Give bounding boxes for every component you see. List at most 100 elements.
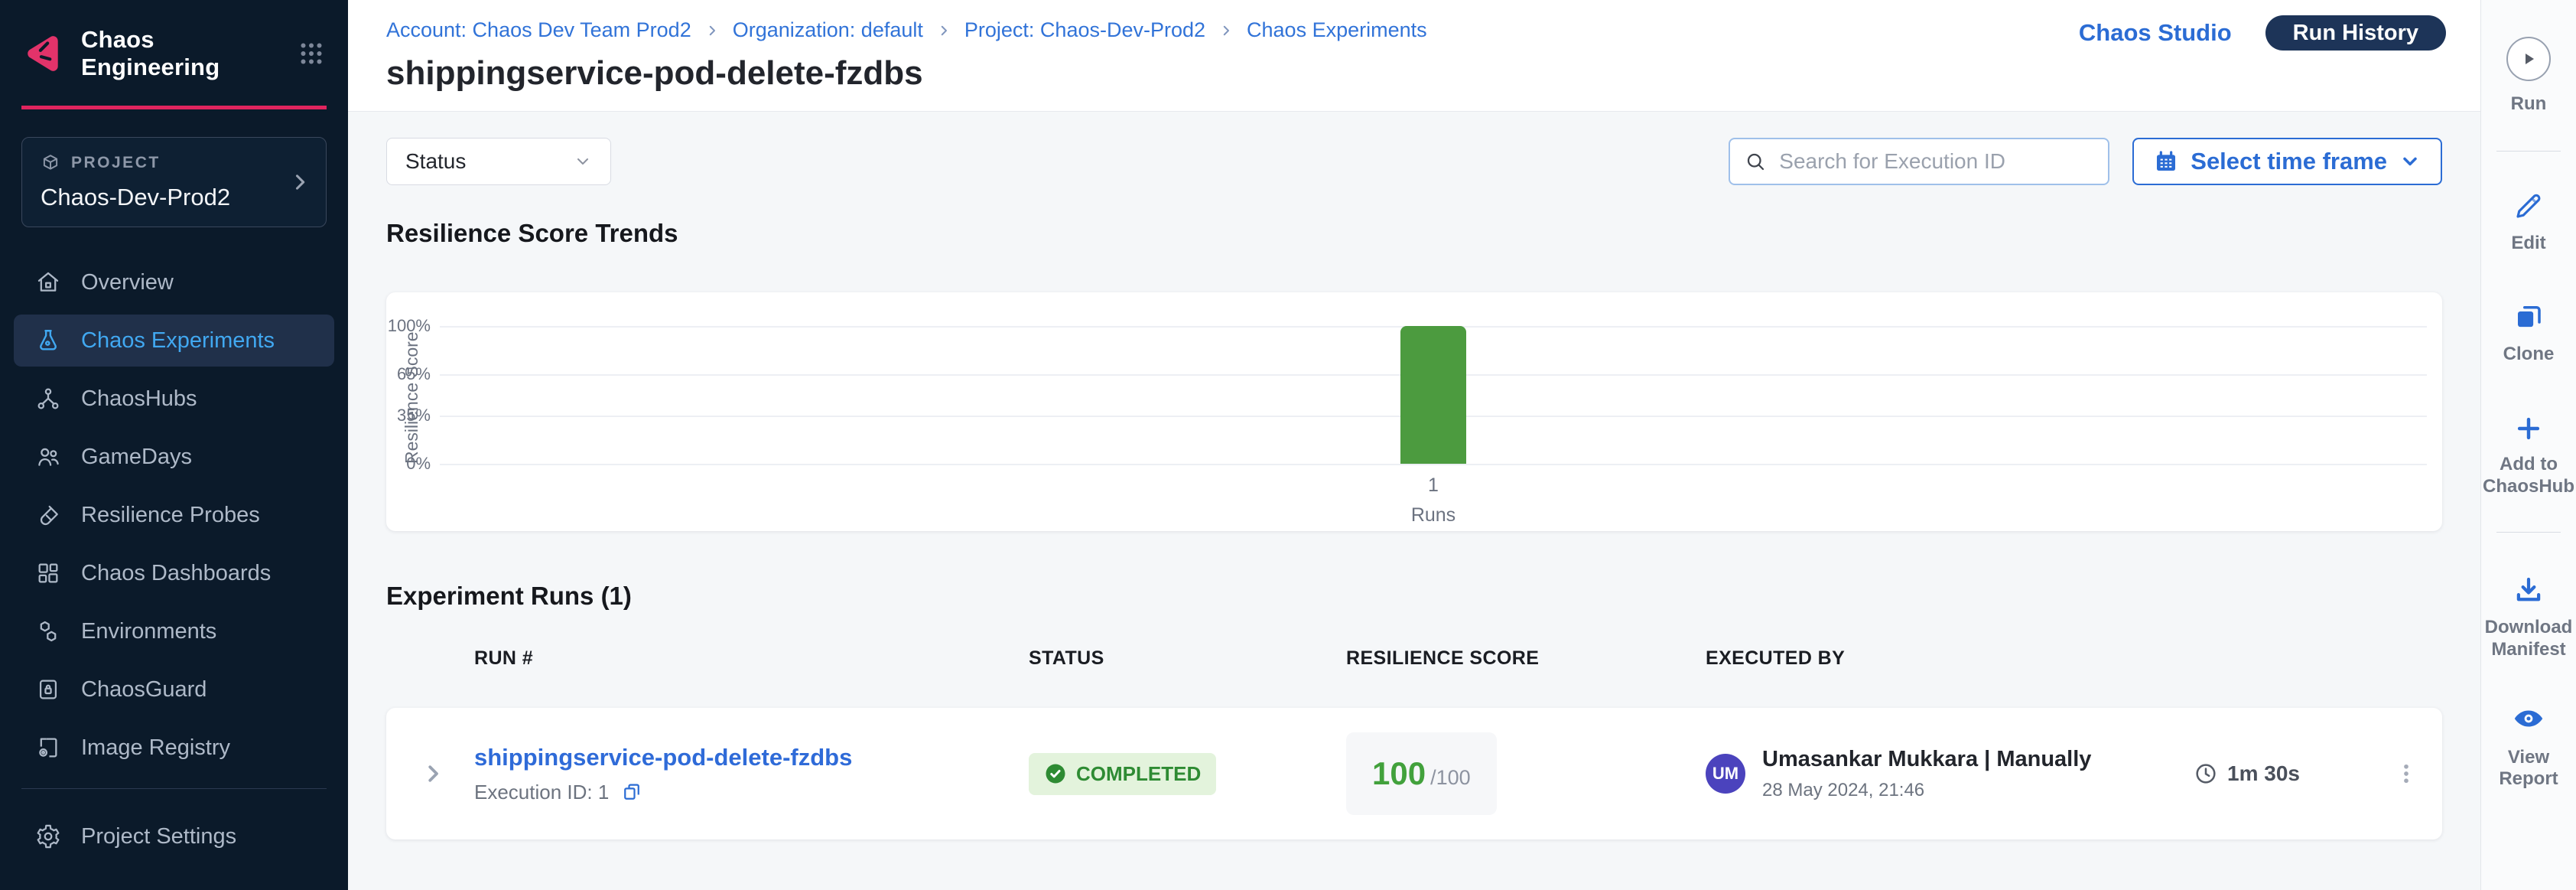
run-row[interactable]: shippingservice-pod-delete-fzdbs Executi… [386,708,2442,839]
y-axis-tick: 65% [397,364,431,384]
calendar-icon [2154,149,2178,174]
gridline [440,464,2427,465]
sidebar-nav: Overview Chaos Experiments ChaosHubs Gam… [0,256,348,774]
copy-icon[interactable] [621,781,642,803]
score-value: 100 [1372,755,1426,792]
runs-table-header: RUN # STATUS RESILIENCE SCORE EXECUTED B… [386,647,2442,670]
plus-icon [2514,414,2543,443]
sidebar-item-environments[interactable]: Environments [14,605,334,657]
executed-by-name: Umasankar Mukkara | Manually [1762,747,2091,772]
run-name-cell: shippingservice-pod-delete-fzdbs Executi… [474,744,1029,804]
content: Status Select time frame [348,112,2480,890]
experiment-runs-heading: Experiment Runs (1) [386,582,2442,611]
resilience-bar [1400,326,1466,464]
app-launcher-grid-icon[interactable] [298,40,325,67]
status-label: COMPLETED [1076,762,1201,786]
view-report-action[interactable]: View Report [2487,701,2571,791]
status-badge: COMPLETED [1029,753,1216,795]
column-status: STATUS [1029,647,1346,670]
home-icon [35,269,61,295]
lock-shield-icon [35,676,61,703]
page-title: shippingservice-pod-delete-fzdbs [386,54,2442,93]
sidebar-item-gamedays[interactable]: GameDays [14,431,334,483]
y-axis-tick: 0% [406,454,431,474]
rail-divider [2496,151,2561,152]
breadcrumb-organization[interactable]: Organization: default [733,18,923,42]
rail-divider [2496,532,2561,533]
flask-icon [35,328,61,354]
score-denominator: /100 [1430,766,1471,790]
breadcrumb-project[interactable]: Project: Chaos-Dev-Prod2 [964,18,1205,42]
resilience-score-box: 100 /100 [1346,732,1497,815]
clock-icon [2194,761,2218,786]
sidebar-item-chaoshubs[interactable]: ChaosHubs [14,373,334,425]
time-frame-label: Select time frame [2191,148,2387,175]
edit-action[interactable]: Edit [2487,190,2571,255]
sidebar-item-chaos-experiments[interactable]: Chaos Experiments [14,315,334,367]
sidebar-header: Chaos Engineering [0,0,348,101]
search-input[interactable] [1778,148,2094,174]
sidebar-footer-divider [21,788,327,789]
registry-doc-gear-icon [35,735,61,761]
sidebar-item-resilience-probes[interactable]: Resilience Probes [14,489,334,541]
people-icon [35,444,61,470]
executed-at: 28 May 2024, 21:46 [1762,780,2091,801]
breadcrumb-account[interactable]: Account: Chaos Dev Team Prod2 [386,18,691,42]
chart-y-axis-title: Resilience Score [402,326,422,464]
product-title: Chaos Engineering [81,26,281,81]
hexagons-icon [35,618,61,644]
score-cell: 100 /100 [1346,732,1706,815]
time-frame-button[interactable]: Select time frame [2132,138,2442,185]
chevron-right-icon [937,24,951,37]
row-menu-kebab-icon[interactable] [2369,761,2442,787]
y-axis-tick: 100% [388,316,431,336]
check-circle-icon [1044,762,1067,785]
test-tube-icon [35,502,61,528]
accent-divider [21,106,327,109]
status-filter-dropdown[interactable]: Status [386,138,611,185]
resilience-score-chart: Resilience Score 100% 65% 35% 0% 1 Runs [386,292,2442,531]
duration-cell: 1m 30s [2194,761,2369,786]
eye-icon [2511,701,2546,736]
y-axis-tick: 35% [397,406,431,425]
run-history-button[interactable]: Run History [2265,15,2446,51]
run-name-link[interactable]: shippingservice-pod-delete-fzdbs [474,744,1029,771]
run-button[interactable] [2506,37,2551,81]
action-rail: Run Edit Clone Add to ChaosHub Download … [2480,0,2576,890]
column-executed-by: EXECUTED BY [1706,647,2194,670]
add-to-chaoshub-action[interactable]: Add to ChaosHub [2487,414,2571,498]
project-name: Chaos-Dev-Prod2 [41,184,307,211]
chaos-engineering-logo-icon [23,33,64,74]
chevron-right-icon [1219,24,1233,37]
chevron-right-icon [705,24,719,37]
clone-icon [2513,301,2545,333]
sidebar-item-image-registry[interactable]: Image Registry [14,722,334,774]
main-area: Account: Chaos Dev Team Prod2 Organizati… [348,0,2480,890]
dashboard-grid-icon [35,560,61,586]
download-icon [2513,574,2545,606]
resilience-trends-heading: Resilience Score Trends [386,219,2442,248]
chaos-studio-link[interactable]: Chaos Studio [2079,19,2232,47]
download-manifest-action[interactable]: Download Manifest [2487,574,2571,661]
sidebar-item-project-settings[interactable]: Project Settings [14,810,334,862]
topbar: Account: Chaos Dev Team Prod2 Organizati… [348,0,2480,112]
sidebar-item-overview[interactable]: Overview [14,256,334,308]
sidebar: Chaos Engineering PROJECT Chaos-Dev-Prod… [0,0,348,890]
search-icon [1744,150,1767,173]
sidebar-item-chaosguard[interactable]: ChaosGuard [14,663,334,716]
play-icon [2519,50,2538,68]
chevron-right-icon [289,171,311,193]
gear-icon [35,823,61,849]
breadcrumb-chaos-experiments[interactable]: Chaos Experiments [1247,18,1427,42]
chevron-down-icon [2399,151,2421,172]
executed-by-cell: UM Umasankar Mukkara | Manually 28 May 2… [1706,747,2194,801]
clone-action[interactable]: Clone [2487,301,2571,366]
sidebar-item-chaos-dashboards[interactable]: Chaos Dashboards [14,547,334,599]
expand-chevron-icon[interactable] [386,762,474,785]
column-run-number: RUN # [474,647,1029,670]
avatar: UM [1706,754,1745,794]
chevron-down-icon [574,152,592,171]
run-button-label: Run [2511,93,2547,116]
cube-icon [41,153,60,173]
project-selector[interactable]: PROJECT Chaos-Dev-Prod2 [21,137,327,227]
